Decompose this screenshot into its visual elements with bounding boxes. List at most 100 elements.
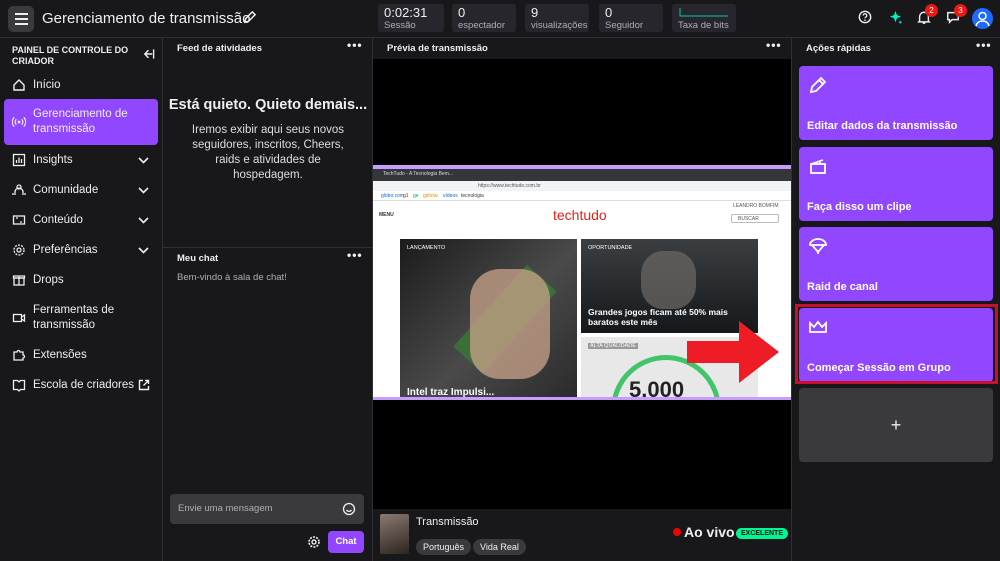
- pencil-icon: [809, 76, 827, 94]
- parachute-icon: [809, 238, 827, 254]
- site-nav-link: g1: [403, 193, 409, 199]
- emoji-icon[interactable]: [342, 502, 356, 516]
- chat-send-button[interactable]: Chat: [328, 531, 364, 553]
- site-search-box: BUSCAR: [731, 214, 779, 223]
- stat-value: 9: [531, 5, 539, 20]
- external-link-icon: [138, 379, 150, 391]
- news-card-main: LANÇAMENTO Intel traz Impulsi...: [400, 239, 577, 399]
- stat-label: Taxa de bits: [678, 20, 729, 31]
- browser-url: https://www.techtudo.com.br: [478, 183, 541, 189]
- quick-actions-title: Ações rápidas: [806, 43, 871, 54]
- menu-button[interactable]: [8, 6, 34, 32]
- top-bar: Gerenciamento de transmissão 0:02:31 Sess…: [0, 0, 1000, 38]
- sidebar-item-drops[interactable]: Drops: [4, 271, 158, 289]
- broadcast-icon: [12, 116, 26, 128]
- sidebar-item-inicio[interactable]: Início: [4, 76, 158, 94]
- site-nav-link: ge: [413, 193, 419, 199]
- chat-more-icon[interactable]: •••: [347, 248, 363, 262]
- quick-action-label: Raid de canal: [807, 281, 878, 293]
- stat-label: Sessão: [384, 20, 416, 31]
- game-face-image: [641, 251, 696, 309]
- stat-session[interactable]: 0:02:31 Sessão: [378, 4, 444, 32]
- sparkle-icon[interactable]: [888, 10, 903, 25]
- stat-value: 0: [605, 5, 613, 20]
- quick-action-label: Faça disso um clipe: [807, 201, 912, 213]
- chat-title: Meu chat: [177, 253, 219, 264]
- raid-channel-button[interactable]: Raid de canal: [799, 227, 993, 301]
- edit-title-icon[interactable]: [242, 10, 257, 25]
- sidebar-item-label: Insights: [33, 153, 73, 166]
- community-icon: [12, 184, 26, 195]
- preview-header: Prévia de transmissão •••: [373, 38, 791, 59]
- sidebar-item-community[interactable]: Comunidade: [4, 181, 158, 199]
- sidebar-item-extensions[interactable]: Extensões: [4, 346, 158, 364]
- quick-action-label: Editar dados da transmissão: [807, 120, 958, 132]
- content-icon: [12, 215, 26, 225]
- red-arrow-icon: [687, 321, 779, 383]
- create-clip-button[interactable]: Faça disso um clipe: [799, 147, 993, 221]
- site-logo: techtudo: [553, 207, 607, 223]
- preview-more-icon[interactable]: •••: [766, 38, 782, 52]
- quick-actions-more-icon[interactable]: •••: [976, 38, 992, 52]
- drops-icon: [12, 275, 26, 286]
- chat-welcome-message: Bem-vindo à sala de chat!: [177, 272, 287, 283]
- chat-input[interactable]: Envie uma mensagem: [170, 494, 364, 524]
- stream-thumbnail: [380, 514, 409, 554]
- stream-title: Transmissão: [416, 516, 479, 528]
- site-user-label: LEANDRO BOMFIM: [733, 203, 779, 209]
- chat-input-placeholder: Envie uma mensagem: [178, 503, 273, 514]
- chart-icon: [12, 153, 26, 167]
- add-quick-action-button[interactable]: +: [799, 388, 993, 462]
- sidebar-item-label: Início: [33, 78, 61, 91]
- highlight-box: [795, 304, 998, 384]
- stat-views[interactable]: 9 visualizações: [525, 4, 589, 32]
- site-nav-link: gshow: [423, 193, 438, 199]
- stream-preview[interactable]: TechTudo - A Tecnologia Bem... https://w…: [373, 59, 791, 509]
- chevron-down-icon: [138, 246, 149, 254]
- preview-title: Prévia de transmissão: [387, 43, 488, 54]
- activity-more-icon[interactable]: •••: [347, 38, 363, 52]
- sidebar-item-label: Extensões: [33, 348, 87, 361]
- sidebar-item-insights[interactable]: Insights: [4, 151, 158, 169]
- stat-bitrate[interactable]: Taxa de bits: [672, 4, 736, 32]
- site-nav-link: tecnologia: [461, 193, 484, 199]
- activity-empty-body: Iremos exibir aqui seus novos seguidores…: [191, 124, 345, 181]
- sidebar-item-label: Preferências: [33, 243, 98, 256]
- stat-label: visualizações: [531, 20, 588, 31]
- stat-viewers[interactable]: 0 espectador: [452, 4, 516, 32]
- stream-tag-vida-real[interactable]: Vida Real: [473, 539, 526, 555]
- sidebar-item-content[interactable]: Conteúdo: [4, 211, 158, 229]
- chat-settings-icon[interactable]: [307, 535, 321, 549]
- edit-stream-info-button[interactable]: Editar dados da transmissão: [799, 66, 993, 140]
- page-title: Gerenciamento de transmissão: [42, 10, 251, 27]
- sidebar-item-stream-manager[interactable]: Gerenciamento de transmissão: [4, 99, 158, 145]
- sidebar-item-label: Gerenciamento de transmissão: [33, 108, 128, 135]
- stat-followers[interactable]: 0 Seguidor: [599, 4, 663, 32]
- gear-icon: [13, 244, 25, 256]
- sidebar-item-stream-tools[interactable]: Ferramentas de transmissão: [4, 302, 158, 334]
- browser-tab-title: TechTudo - A Tecnologia Bem...: [383, 171, 454, 177]
- hand-image: [470, 269, 550, 379]
- stat-label: Seguidor: [605, 20, 644, 31]
- sidebar-item-label: Conteúdo: [33, 213, 83, 226]
- browser-tabbar: TechTudo - A Tecnologia Bem...: [373, 169, 791, 181]
- collapse-sidebar-icon[interactable]: [142, 48, 155, 60]
- camera-icon: [12, 313, 26, 323]
- notifications-badge: 2: [925, 4, 938, 17]
- user-avatar[interactable]: [972, 8, 993, 29]
- sidebar-item-creator-school[interactable]: Escola de criadores: [4, 376, 158, 394]
- site-nav-link: globo.com: [381, 193, 405, 199]
- news-card-tag: ALTA QUALIDADE: [588, 343, 638, 349]
- puzzle-icon: [13, 349, 26, 361]
- activity-feed-title: Feed de atividades: [177, 43, 263, 54]
- site-nav-link: vídeos: [443, 193, 458, 199]
- sidebar-item-label: Escola de criadores: [33, 378, 134, 391]
- whispers-badge: 3: [954, 4, 967, 17]
- sidebar-item-preferences[interactable]: Preferências: [4, 241, 158, 259]
- stream-tag-portugues[interactable]: Português: [416, 539, 472, 555]
- preview-bottom-border: [373, 397, 791, 400]
- help-icon[interactable]: [858, 10, 872, 24]
- clapperboard-icon: [810, 159, 826, 174]
- home-icon: [13, 79, 25, 91]
- stat-label: espectador: [458, 20, 506, 31]
